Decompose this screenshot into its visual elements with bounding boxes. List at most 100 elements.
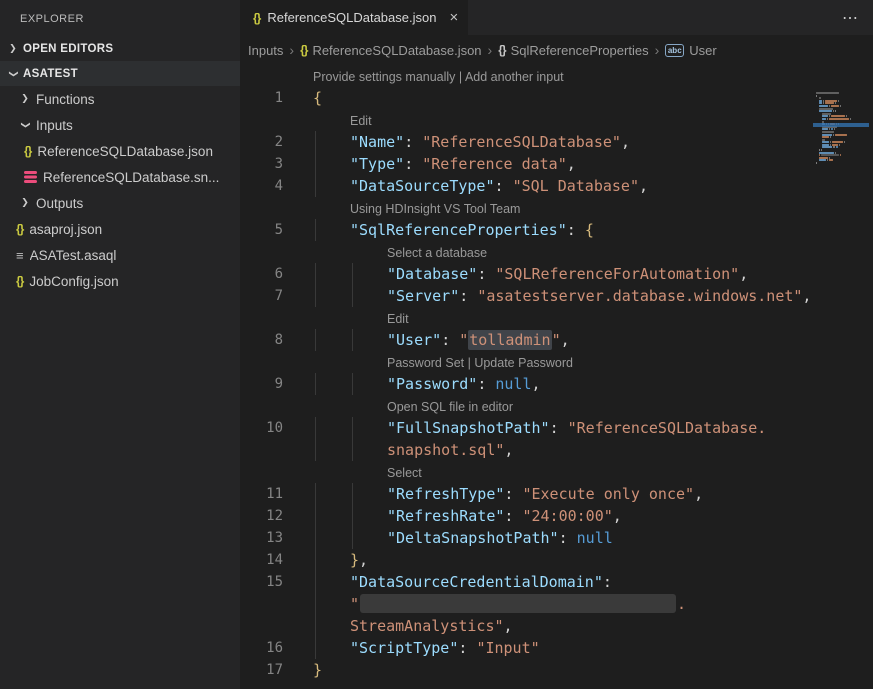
tree-item-asaproj-json[interactable]: {}asaproj.json: [0, 216, 240, 242]
indent-guide: [315, 175, 316, 197]
code-line-13[interactable]: 13"DeltaSnapshotPath": null: [240, 527, 873, 549]
indent-guide: [315, 615, 316, 637]
tree-item-asatest-asaql[interactable]: ≡ASATest.asaql: [0, 242, 240, 268]
breadcrumb-item-sqlreferenceproperties[interactable]: {}SqlReferenceProperties: [498, 43, 648, 58]
breadcrumb-item-inputs[interactable]: Inputs: [248, 43, 283, 58]
codelens-row: Edit: [240, 109, 873, 131]
chevron-down-icon: ❯: [20, 120, 30, 130]
code-line-1[interactable]: 1{: [240, 87, 873, 109]
code-line-3[interactable]: 3"Type": "Reference data",: [240, 153, 873, 175]
code-line-12[interactable]: 12"RefreshRate": "24:00:00",: [240, 505, 873, 527]
line-number: 10: [240, 417, 283, 439]
indent-guide: [352, 505, 353, 527]
codelens-row: Select a database: [240, 241, 873, 263]
breadcrumb: Inputs›{}ReferenceSQLDatabase.json›{}Sql…: [240, 35, 873, 65]
code-token: ,: [532, 375, 541, 393]
line-number: 2: [240, 131, 283, 153]
line-number: [240, 593, 283, 615]
code-line-9[interactable]: 9"Password": null,: [240, 373, 873, 395]
code-line-10[interactable]: 10"FullSnapshotPath": "ReferenceSQLDatab…: [240, 417, 873, 439]
code-line-wrap[interactable]: ".: [240, 593, 873, 615]
code-lines: Provide settings manually | Add another …: [240, 65, 873, 681]
tree-item-outputs[interactable]: ❯Outputs: [0, 190, 240, 216]
codelens-link-select-a-database[interactable]: Select a database: [387, 246, 487, 260]
code-line-11[interactable]: 11"RefreshType": "Execute only once",: [240, 483, 873, 505]
line-number: 6: [240, 263, 283, 285]
indent-guide: [315, 439, 316, 461]
more-actions-button[interactable]: ⋯: [828, 8, 873, 28]
line-number: 16: [240, 637, 283, 659]
code-token: ,: [359, 551, 368, 569]
minimap[interactable]: [816, 92, 866, 165]
codelens-link-edit[interactable]: Edit: [350, 114, 372, 128]
code-line-wrap[interactable]: StreamAnalystics",: [240, 615, 873, 637]
line-number: [240, 197, 283, 219]
code-token: "Server": [387, 287, 459, 305]
code-line-16[interactable]: 16"ScriptType": "Input": [240, 637, 873, 659]
line-number: 7: [240, 285, 283, 307]
code-token: "Type": [350, 155, 404, 173]
code-token: snapshot.sql": [387, 441, 504, 459]
section-asatest[interactable]: ❯ ASATEST: [0, 61, 240, 86]
code-line-15[interactable]: 15"DataSourceCredentialDomain":: [240, 571, 873, 593]
tree-item-label: Functions: [36, 92, 95, 107]
code-token: "ScriptType": [350, 639, 458, 657]
codelens-link-open-sql-file-in-editor[interactable]: Open SQL file in editor: [387, 400, 513, 414]
codelens-link-using-hdinsight-vs-tool-team[interactable]: Using HDInsight VS Tool Team: [350, 202, 520, 216]
code-token: "Name": [350, 133, 404, 151]
codelens-link-password-set[interactable]: Password Set: [387, 356, 464, 370]
codelens-link-provide-settings-manually[interactable]: Provide settings manually: [313, 70, 455, 84]
code-line-14[interactable]: 14},: [240, 549, 873, 571]
tree-item-label: ReferenceSQLDatabase.sn...: [43, 170, 219, 185]
chevron-right-icon: ›: [488, 43, 493, 57]
code-token: :: [441, 331, 459, 349]
minimap-highlight-band: [813, 123, 869, 127]
tree-item-referencesqldatabase-json[interactable]: {}ReferenceSQLDatabase.json: [0, 138, 240, 164]
code-line-5[interactable]: 5"SqlReferenceProperties": {: [240, 219, 873, 241]
code-token: :: [550, 419, 568, 437]
code-line-8[interactable]: 8"User": "tolladmin",: [240, 329, 873, 351]
tab-referencesqldatabase-json[interactable]: {} ReferenceSQLDatabase.json ×: [240, 0, 468, 35]
close-icon[interactable]: ×: [449, 10, 458, 25]
json-file-icon: {}: [24, 144, 31, 158]
indent-guide: [315, 593, 316, 615]
code-token: "24:00:00": [522, 507, 612, 525]
code-token: :: [404, 133, 422, 151]
codelens-link-select[interactable]: Select: [387, 466, 422, 480]
code-token: ,: [621, 133, 630, 151]
code-line-wrap[interactable]: snapshot.sql",: [240, 439, 873, 461]
tree-item-referencesqldatabase-sn[interactable]: ReferenceSQLDatabase.sn...: [0, 164, 240, 190]
section-open-editors[interactable]: ❯ OPEN EDITORS: [0, 36, 240, 61]
codelens-link-update-password[interactable]: Update Password: [474, 356, 573, 370]
tabbar-filler: [468, 0, 828, 35]
code-token: "SQLReferenceForAutomation": [495, 265, 739, 283]
code-token: "SQL Database": [513, 177, 639, 195]
json-file-icon: {}: [300, 43, 307, 57]
line-number: 12: [240, 505, 283, 527]
code-line-2[interactable]: 2"Name": "ReferenceSQLDatabase",: [240, 131, 873, 153]
code-line-4[interactable]: 4"DataSourceType": "SQL Database",: [240, 175, 873, 197]
line-number: 5: [240, 219, 283, 241]
breadcrumb-item-referencesqldatabase-json[interactable]: {}ReferenceSQLDatabase.json: [300, 43, 481, 58]
code-token: :: [477, 265, 495, 283]
code-editor[interactable]: Provide settings manually | Add another …: [240, 65, 873, 689]
code-token: "SqlReferenceProperties": [350, 221, 567, 239]
codelens-link-add-another-input[interactable]: Add another input: [465, 70, 564, 84]
indent-guide: [315, 637, 316, 659]
chevron-down-icon: ❯: [8, 69, 18, 79]
code-token: :: [567, 221, 585, 239]
tree-item-jobconfig-json[interactable]: {}JobConfig.json: [0, 268, 240, 294]
code-line-17[interactable]: 17}: [240, 659, 873, 681]
code-token: ,: [504, 441, 513, 459]
code-line-7[interactable]: 7"Server": "asatestserver.database.windo…: [240, 285, 873, 307]
breadcrumb-label: Inputs: [248, 43, 283, 58]
breadcrumb-item-user[interactable]: abcUser: [665, 43, 716, 58]
indent-guide: [315, 505, 316, 527]
tree-item-inputs[interactable]: ❯Inputs: [0, 112, 240, 138]
indent-guide: [352, 263, 353, 285]
codelens-link-edit[interactable]: Edit: [387, 312, 409, 326]
code-line-6[interactable]: 6"Database": "SQLReferenceForAutomation"…: [240, 263, 873, 285]
tree-item-functions[interactable]: ❯Functions: [0, 86, 240, 112]
word-highlight: tolladmin: [468, 330, 551, 350]
line-number: 17: [240, 659, 283, 681]
